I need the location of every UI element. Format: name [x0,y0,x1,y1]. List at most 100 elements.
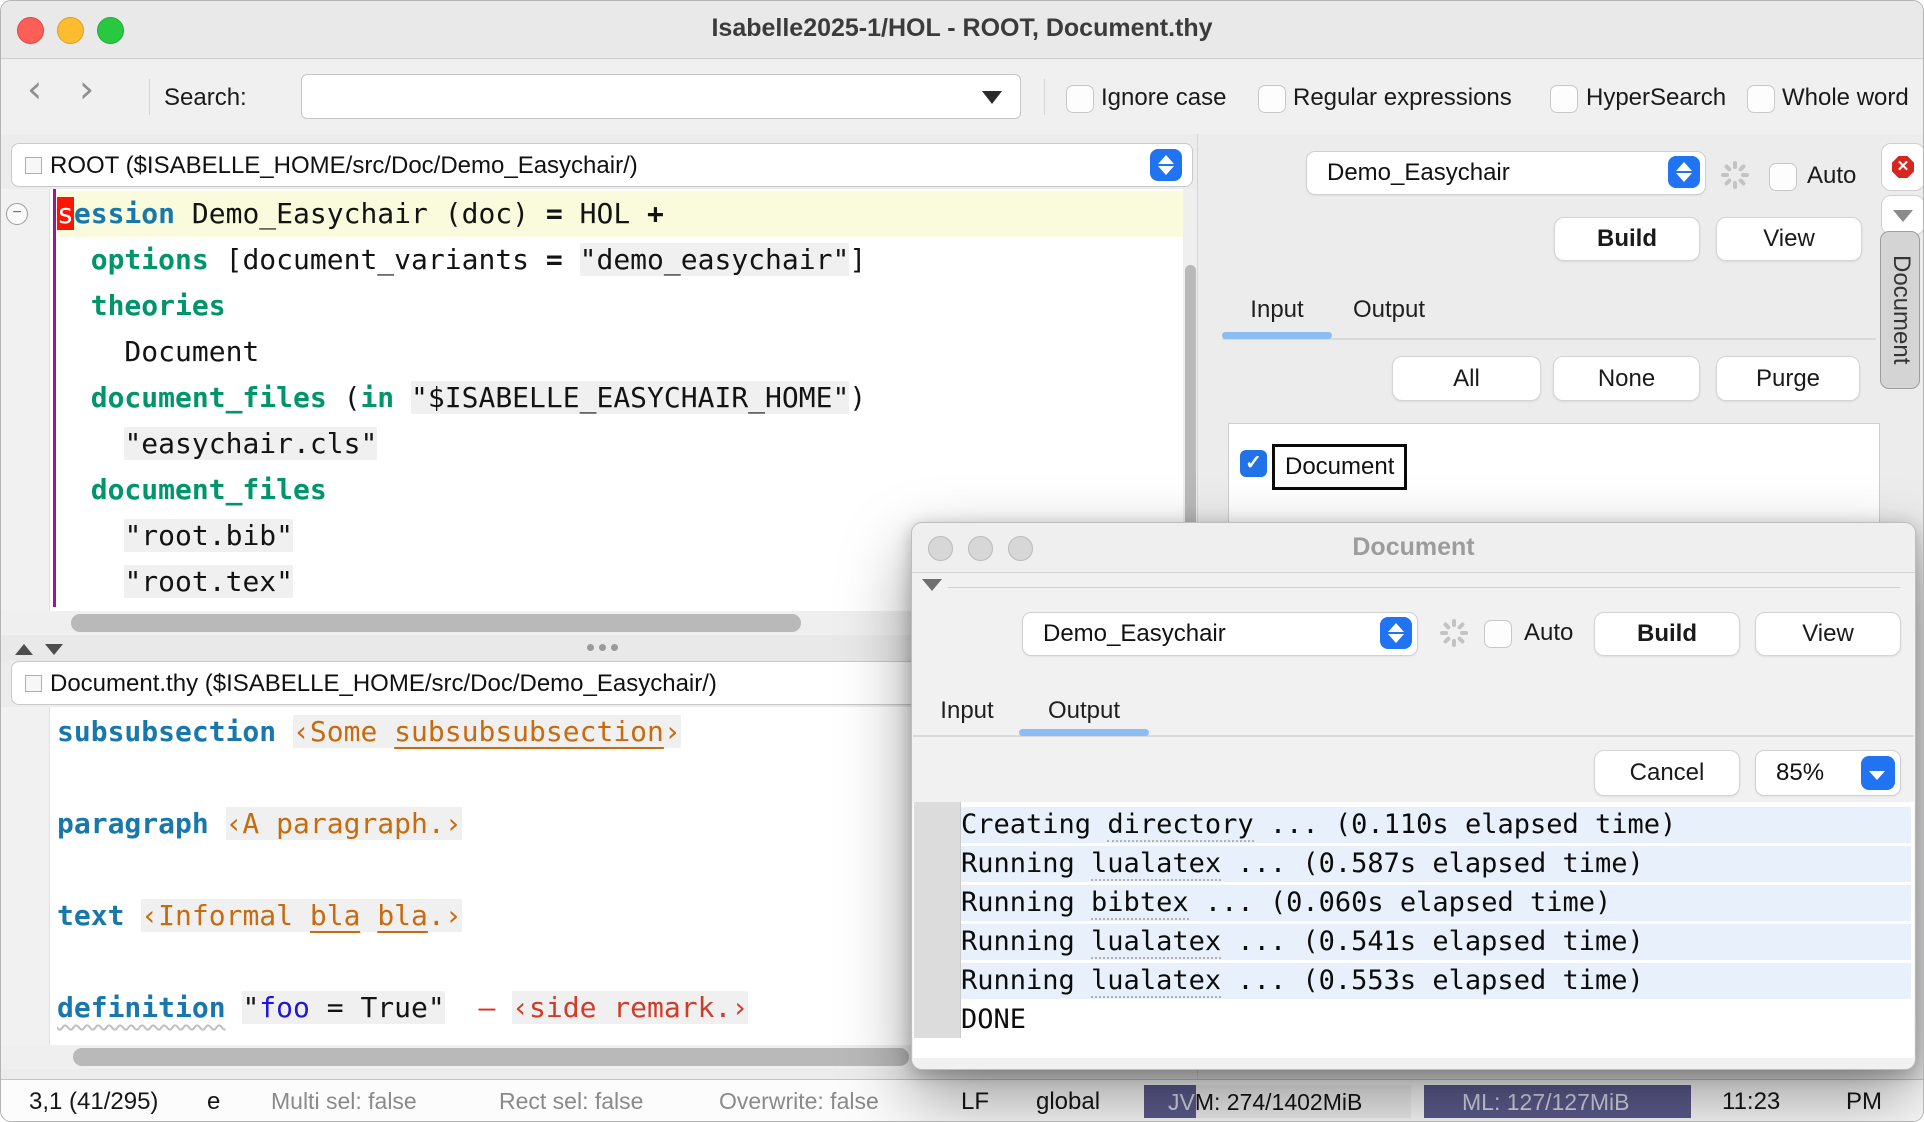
editor-gutter[interactable]: − [1,189,50,611]
overwrite-status[interactable]: Overwrite: false [719,1088,879,1115]
line-separator-status[interactable]: LF [961,1088,989,1116]
buffer-selector-label: ROOT ($ISABELLE_HOME/src/Doc/Demo_Easych… [50,152,638,180]
float-window-title: Document [912,533,1915,562]
code-line[interactable]: document_files (in "$ISABELLE_EASYCHAIR_… [57,375,1183,421]
code-line[interactable]: options [document_variants = "demo_easyc… [57,237,1183,283]
cancel-button[interactable]: Cancel [1594,750,1740,796]
jvm-memory-label: JVM: 274/1402MiB [1168,1089,1362,1116]
output-gutter [914,802,961,1038]
active-tab-underline [1019,729,1149,736]
scope-status[interactable]: global [1036,1088,1100,1116]
output-line[interactable]: Running lualatex ... (0.553s elapsed tim… [961,963,1911,999]
view-button[interactable]: View [1755,612,1901,656]
code-line[interactable]: document_files [57,467,1183,513]
auto-checkbox[interactable] [1769,163,1797,191]
editor-gutter[interactable] [1,707,50,1045]
zoom-dropdown-icon[interactable] [1861,756,1895,790]
clock-time: 11:23 [1722,1088,1780,1116]
output-line[interactable]: DONE [961,1002,1911,1038]
zoom-combobox-value: 85% [1776,759,1824,787]
buffer-modified-icon [25,157,42,174]
tab-output[interactable]: Output [1019,697,1149,725]
search-toolbar: ‹ › Search: Ignore case Regular expressi… [1,59,1923,134]
regex-checkbox[interactable] [1258,85,1286,113]
editor1-horizontal-scrollbar-thumb[interactable] [71,614,801,632]
collapse-divider [948,587,1900,588]
regex-label: Regular expressions [1293,84,1512,112]
tab-output[interactable]: Output [1332,296,1446,324]
session-combobox[interactable]: Demo_Easychair [1306,151,1706,195]
document-item-label[interactable]: Document [1272,444,1407,490]
spinner-icon [1721,161,1749,189]
fold-collapse-icon[interactable]: − [6,203,28,225]
none-button[interactable]: None [1553,356,1700,401]
splitter-up-icon[interactable] [15,644,33,655]
build-output-area[interactable]: Creating directory ... (0.110s elapsed t… [913,802,1914,1058]
search-label: Search: [164,84,247,112]
ml-memory-bar[interactable]: ML: 127/127MiB ML: 127/127MiB [1424,1085,1691,1118]
close-icon: ✕ [1892,156,1914,178]
hypersearch-checkbox[interactable] [1550,85,1578,113]
session-combobox-value: Demo_Easychair [1043,620,1226,648]
window-title: Isabelle2025-1/HOL - ROOT, Document.thy [1,14,1923,43]
clock-meridiem: PM [1846,1088,1882,1116]
collapse-icon[interactable] [922,579,942,591]
search-combobox[interactable] [301,74,1021,119]
title-bar[interactable]: Isabelle2025-1/HOL - ROOT, Document.thy [1,1,1923,59]
code-line[interactable]: session Demo_Easychair (doc) = HOL + [57,191,1183,237]
buffer-selector-label: Document.thy ($ISABELLE_HOME/src/Doc/Dem… [50,670,717,698]
editor2-horizontal-scrollbar-thumb[interactable] [73,1048,909,1066]
zoom-combobox[interactable]: 85% [1755,750,1901,796]
rect-select-status[interactable]: Rect sel: false [499,1088,643,1115]
document-float-window[interactable]: Document Demo_Easychair Auto Build View … [911,522,1916,1070]
code-line[interactable]: theories [57,283,1183,329]
document-item-checkbox[interactable]: ✓ [1240,450,1267,477]
multi-select-status[interactable]: Multi sel: false [271,1088,417,1115]
code-line[interactable]: "easychair.cls" [57,421,1183,467]
output-line[interactable]: Running lualatex ... (0.541s elapsed tim… [961,924,1911,960]
screenshot: Isabelle2025-1/HOL - ROOT, Document.thy … [0,0,1924,1122]
code-line[interactable]: Document [57,329,1183,375]
dock-tab-document[interactable]: Document [1880,231,1920,389]
tab-input[interactable]: Input [1222,296,1332,324]
active-tab-underline [1222,332,1332,339]
float-title-bar[interactable]: Document [912,523,1915,573]
purge-button[interactable]: Purge [1716,356,1860,401]
session-combobox-value: Demo_Easychair [1327,159,1510,187]
fold-structure-line [53,189,56,607]
output-line[interactable]: Creating directory ... (0.110s elapsed t… [961,807,1911,843]
build-button[interactable]: Build [1554,217,1700,261]
output-log[interactable]: Creating directory ... (0.110s elapsed t… [961,807,1911,1041]
search-input[interactable] [312,79,966,113]
all-button[interactable]: All [1392,356,1541,401]
tab-input[interactable]: Input [915,697,1019,725]
build-button[interactable]: Build [1594,612,1740,656]
output-line[interactable]: Running lualatex ... (0.587s elapsed tim… [961,846,1911,882]
toolbar-divider [1044,79,1045,115]
buffer-selector-root[interactable]: ROOT ($ISABELLE_HOME/src/Doc/Demo_Easych… [11,143,1193,187]
view-button[interactable]: View [1716,217,1862,261]
forward-icon[interactable]: › [79,67,94,111]
combobox-stepper-icon[interactable] [1668,156,1700,188]
splitter-down-icon[interactable] [45,644,63,655]
whole-word-checkbox[interactable] [1747,85,1775,113]
back-icon[interactable]: ‹ [27,67,42,111]
buffer-modified-icon [25,675,42,692]
jvm-memory-bar[interactable]: JVM: 274/1402MiB JVM: 274/1402MiB [1144,1085,1411,1118]
combobox-stepper-icon[interactable] [1380,617,1412,649]
close-panel-button[interactable]: ✕ [1881,143,1924,191]
buffer-stepper-icon[interactable] [1150,149,1182,181]
search-history-dropdown-icon[interactable] [982,91,1002,104]
output-line[interactable]: Running bibtex ... (0.060s elapsed time) [961,885,1911,921]
status-bar: 3,1 (41/295) e Multi sel: false Rect sel… [1,1079,1923,1122]
editor1-vertical-scrollbar-thumb[interactable] [1185,265,1196,555]
spinner-icon [1440,619,1468,647]
caret-position[interactable]: 3,1 (41/295) [29,1088,158,1116]
session-combobox[interactable]: Demo_Easychair [1022,612,1418,656]
panel-menu-button[interactable] [1881,195,1924,235]
ignore-case-checkbox[interactable] [1066,85,1094,113]
ignore-case-label: Ignore case [1101,84,1226,112]
auto-checkbox[interactable] [1484,620,1512,648]
chevron-down-icon [1893,210,1913,222]
main-window: Isabelle2025-1/HOL - ROOT, Document.thy … [0,0,1924,1122]
